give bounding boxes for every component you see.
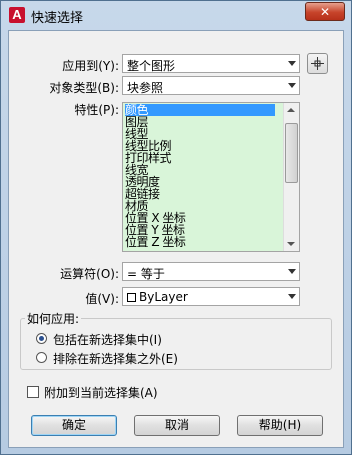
- include-radio[interactable]: [36, 333, 47, 344]
- chevron-down-icon: [288, 61, 296, 66]
- value-text: ByLayer: [139, 290, 188, 304]
- value-select[interactable]: ByLayer: [122, 287, 300, 306]
- scroll-up-arrow-icon[interactable]: [287, 108, 295, 112]
- chevron-down-icon: [288, 294, 296, 299]
- scroll-down-arrow-icon[interactable]: [287, 242, 295, 246]
- append-checkbox-label[interactable]: 附加到当前选择集(A): [44, 384, 158, 401]
- dialog-title: 快速选择: [31, 11, 84, 26]
- apply-to-value: 整个图形: [127, 59, 176, 73]
- dialog-body: 应用到(Y): 整个图形 对象类型(B): 块参照 特性(P): 颜色 图层 线…: [8, 30, 344, 448]
- value-label: 值(V):: [85, 292, 119, 306]
- exclude-radio[interactable]: [36, 352, 47, 363]
- title-bar[interactable]: A 快速选择 ✕: [1, 1, 351, 29]
- chevron-down-icon: [288, 269, 296, 274]
- exclude-radio-label[interactable]: 排除在新选择集之外(E): [53, 350, 178, 367]
- help-button[interactable]: 帮助(H): [237, 415, 323, 436]
- properties-listbox[interactable]: 颜色 图层 线型 线型比例 打印样式 线宽 透明度 超链接 材质 位置 X 坐标…: [122, 102, 300, 252]
- quick-select-dialog: A 快速选择 ✕ 应用到(Y): 整个图形 对象类型(B): 块参照 特性(P)…: [0, 0, 352, 455]
- object-type-value: 块参照: [127, 81, 164, 95]
- crosshair-pick-icon: [311, 57, 324, 70]
- how-to-apply-title: 如何应用:: [25, 310, 82, 327]
- autocad-app-icon: A: [9, 7, 25, 23]
- properties-scrollbar[interactable]: [283, 103, 299, 251]
- property-item[interactable]: 位置 Z 坐标: [125, 236, 186, 248]
- object-type-select[interactable]: 块参照: [122, 76, 300, 95]
- operator-label: 运算符(O):: [60, 267, 119, 281]
- color-swatch-icon: [127, 293, 136, 302]
- include-radio-label[interactable]: 包括在新选择集中(I): [53, 331, 162, 348]
- chevron-down-icon: [288, 83, 296, 88]
- object-type-label: 对象类型(B):: [49, 81, 119, 95]
- operator-select[interactable]: = 等于: [122, 262, 300, 281]
- properties-label: 特性(P):: [74, 103, 119, 117]
- apply-to-label: 应用到(Y):: [62, 59, 119, 73]
- operator-value: = 等于: [127, 267, 165, 281]
- close-button[interactable]: ✕: [305, 2, 345, 21]
- ok-button[interactable]: 确定: [31, 415, 117, 436]
- cancel-button[interactable]: 取消: [134, 415, 220, 436]
- append-checkbox[interactable]: [27, 386, 39, 398]
- select-objects-button[interactable]: [307, 53, 328, 74]
- apply-to-select[interactable]: 整个图形: [122, 54, 300, 73]
- scroll-thumb[interactable]: [285, 123, 298, 183]
